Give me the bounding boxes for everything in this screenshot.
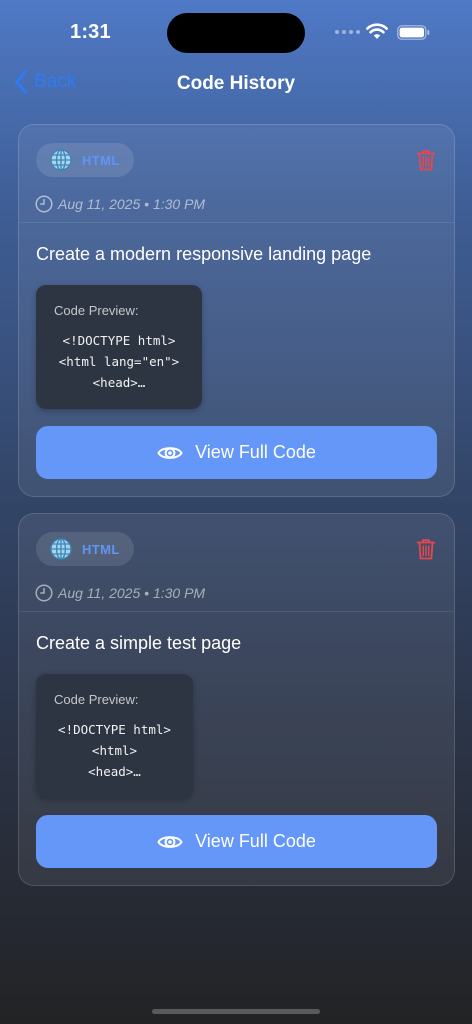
- language-badge: HTML: [36, 143, 134, 177]
- code-line: <html lang="en">: [58, 354, 180, 369]
- language-label: HTML: [82, 152, 120, 168]
- prompt-text: Create a modern responsive landing page: [36, 244, 372, 264]
- cellular-signal-icon: [335, 30, 360, 34]
- page-title: Code History: [176, 73, 296, 94]
- code-line: <!DOCTYPE html>: [62, 333, 176, 348]
- clock-icon: [35, 195, 53, 213]
- history-card: HTML Aug 11, 2025 • 1:30 PM Create a sim…: [18, 513, 455, 886]
- history-card: HTML Aug 11, 2025 • 1:30 PM Create a mod…: [18, 124, 455, 497]
- status-time: 1:31: [70, 21, 111, 43]
- language-badge: HTML: [36, 532, 134, 566]
- view-full-code-label: View Full Code: [195, 442, 316, 462]
- trash-icon[interactable]: [416, 538, 436, 560]
- globe-icon: [50, 149, 72, 171]
- trash-icon[interactable]: [416, 149, 436, 171]
- timestamp-text: Aug 11, 2025 • 1:30 PM: [58, 196, 206, 212]
- code-line: <head>…: [92, 375, 146, 390]
- wifi-icon: [366, 23, 388, 39]
- battery-icon: [397, 25, 430, 40]
- code-line: <head>…: [88, 764, 141, 779]
- globe-icon: [50, 538, 72, 560]
- code-preview-label: Code Preview:: [54, 692, 139, 707]
- navigation-bar: Back Code History: [0, 64, 472, 104]
- timestamp: Aug 11, 2025 • 1:30 PM: [35, 584, 205, 602]
- language-label: HTML: [82, 541, 120, 557]
- divider: [19, 222, 454, 223]
- prompt-text: Create a simple test page: [36, 633, 242, 653]
- status-bar: 1:31: [0, 0, 472, 64]
- timestamp-text: Aug 11, 2025 • 1:30 PM: [58, 585, 206, 601]
- divider: [19, 611, 454, 612]
- code-line: <!DOCTYPE html>: [58, 722, 171, 737]
- code-preview-label: Code Preview:: [54, 303, 139, 318]
- eye-icon: [157, 446, 183, 459]
- eye-icon: [157, 835, 183, 848]
- view-full-code-label: View Full Code: [195, 831, 316, 851]
- code-preview: Code Preview: <!DOCTYPE html> <html lang…: [36, 285, 202, 409]
- view-full-code-button[interactable]: View Full Code: [36, 815, 437, 868]
- dynamic-island: [167, 13, 305, 53]
- code-preview: Code Preview: <!DOCTYPE html> <html> <he…: [36, 674, 193, 798]
- view-full-code-button[interactable]: View Full Code: [36, 426, 437, 479]
- code-line: <html>: [91, 743, 138, 758]
- timestamp: Aug 11, 2025 • 1:30 PM: [35, 195, 205, 213]
- clock-icon: [35, 584, 53, 602]
- home-indicator[interactable]: [152, 1009, 320, 1014]
